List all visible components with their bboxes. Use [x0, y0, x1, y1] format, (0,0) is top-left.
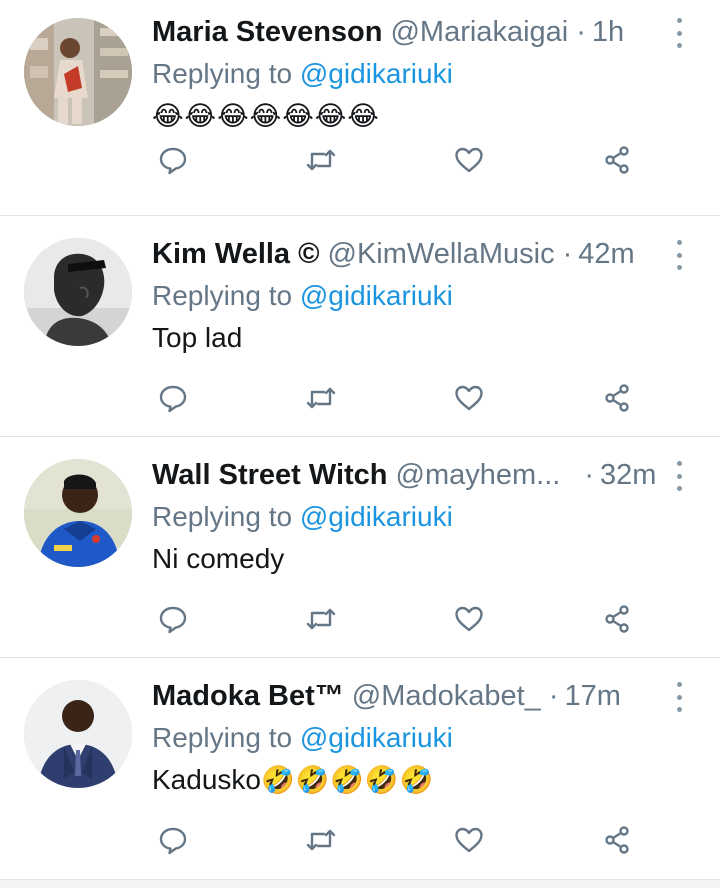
reply-feed: Maria Stevenson @Mariakaigai · 1h Replyi… [0, 0, 720, 888]
retweet-icon [306, 608, 336, 630]
timestamp[interactable]: 17m [565, 678, 621, 714]
tweet-header: Maria Stevenson @Mariakaigai · 1h [152, 14, 660, 50]
heart-icon [455, 147, 483, 173]
separator-dot: · [576, 16, 586, 48]
user-handle[interactable]: @KimWellaMusic [328, 236, 555, 272]
share-button[interactable] [594, 140, 640, 180]
reply-icon [159, 606, 187, 634]
reply-button[interactable] [150, 378, 196, 418]
replying-to: Replying to @gidikariuki [152, 718, 660, 758]
reply-icon [159, 385, 187, 413]
more-vertical-icon[interactable] [672, 682, 686, 712]
mention-link[interactable]: @gidikariuki [300, 58, 453, 89]
replying-to-label: Replying to [152, 722, 293, 753]
share-icon [605, 605, 629, 633]
avatar-photo [24, 238, 132, 346]
tweet-actions [150, 378, 640, 418]
tweet-actions [150, 599, 640, 639]
avatar[interactable] [24, 680, 132, 788]
reply-button[interactable] [150, 820, 196, 860]
tweet-text-content: Top lad [152, 322, 243, 353]
share-icon [605, 384, 629, 412]
more-vertical-icon[interactable] [672, 240, 686, 270]
tweet-header: Madoka Bet™ @Madokabet_ · 17m [152, 678, 660, 714]
reply-button[interactable] [150, 140, 196, 180]
reply-tweet[interactable]: Kim Wella © @KimWellaMusic · 42m Replyin… [0, 216, 720, 437]
more-vertical-icon[interactable] [672, 461, 686, 491]
mention-link[interactable]: @gidikariuki [300, 722, 453, 753]
reply-button[interactable] [150, 599, 196, 639]
reply-tweet[interactable]: Wall Street Witch @mayhem... · 32m Reply… [0, 437, 720, 658]
tweet-emojis: 🤣🤣🤣🤣🤣 [260, 765, 435, 795]
timestamp[interactable]: 42m [578, 236, 634, 272]
retweet-button[interactable] [298, 820, 344, 860]
tweet-actions [150, 140, 640, 180]
tweet-text-content: Ni comedy [152, 543, 285, 574]
reply-tweet[interactable]: Madoka Bet™ @Madokabet_ · 17m Replying t… [0, 658, 720, 888]
share-button[interactable] [594, 378, 640, 418]
display-name[interactable]: Kim Wella © [152, 236, 320, 272]
tweet-emojis: 😂😂😂😂😂😂😂 [152, 101, 380, 131]
avatar-photo [24, 18, 132, 126]
display-name[interactable]: Wall Street Witch [152, 457, 388, 493]
display-name[interactable]: Madoka Bet™ [152, 678, 344, 714]
avatar-photo [24, 459, 132, 567]
display-name[interactable]: Maria Stevenson [152, 14, 382, 50]
replying-to: Replying to @gidikariuki [152, 54, 660, 94]
user-handle[interactable]: @Madokabet_ [352, 678, 541, 714]
mention-link[interactable]: @gidikariuki [300, 280, 453, 311]
tweet-content: Wall Street Witch @mayhem... · 32m Reply… [152, 457, 660, 579]
replying-to-label: Replying to [152, 280, 293, 311]
tweet-text-content: Kadusko [152, 764, 261, 795]
heart-icon [455, 385, 483, 411]
retweet-icon [306, 829, 336, 851]
retweet-icon [306, 149, 336, 171]
retweet-button[interactable] [298, 599, 344, 639]
tweet-content: Madoka Bet™ @Madokabet_ · 17m Replying t… [152, 678, 660, 800]
share-button[interactable] [594, 599, 640, 639]
tweet-text: Top lad [152, 318, 660, 358]
retweet-button[interactable] [298, 140, 344, 180]
tweet-text: Ni comedy [152, 539, 660, 579]
user-handle[interactable]: @mayhem... [396, 457, 561, 493]
avatar-photo [24, 680, 132, 788]
avatar[interactable] [24, 459, 132, 567]
heart-icon [455, 827, 483, 853]
tweet-text: Kadusko🤣🤣🤣🤣🤣 [152, 760, 660, 800]
heart-icon [455, 606, 483, 632]
replying-to: Replying to @gidikariuki [152, 276, 660, 316]
mention-link[interactable]: @gidikariuki [300, 501, 453, 532]
user-handle[interactable]: @Mariakaigai [390, 14, 568, 50]
tweet-header: Wall Street Witch @mayhem... · 32m [152, 457, 660, 493]
replying-to-label: Replying to [152, 501, 293, 532]
tweet-content: Kim Wella © @KimWellaMusic · 42m Replyin… [152, 236, 660, 358]
retweet-icon [306, 387, 336, 409]
more-vertical-icon[interactable] [672, 18, 686, 48]
share-button[interactable] [594, 820, 640, 860]
timestamp[interactable]: 32m [600, 457, 656, 493]
tweet-text: 😂😂😂😂😂😂😂 [152, 96, 660, 136]
replying-to-label: Replying to [152, 58, 293, 89]
share-icon [605, 146, 629, 174]
avatar[interactable] [24, 18, 132, 126]
replying-to: Replying to @gidikariuki [152, 497, 660, 537]
tweet-header: Kim Wella © @KimWellaMusic · 42m [152, 236, 660, 272]
timestamp[interactable]: 1h [592, 14, 624, 50]
feed-bottom-divider [0, 879, 720, 888]
separator-dot: · [548, 680, 559, 712]
tweet-actions [150, 820, 640, 860]
reply-tweet[interactable]: Maria Stevenson @Mariakaigai · 1h Replyi… [0, 0, 720, 216]
like-button[interactable] [446, 140, 492, 180]
reply-icon [159, 147, 187, 175]
reply-icon [159, 827, 187, 855]
like-button[interactable] [446, 599, 492, 639]
retweet-button[interactable] [298, 378, 344, 418]
tweet-content: Maria Stevenson @Mariakaigai · 1h Replyi… [152, 14, 660, 136]
avatar[interactable] [24, 238, 132, 346]
like-button[interactable] [446, 378, 492, 418]
share-icon [605, 826, 629, 854]
separator-dot: · [562, 238, 573, 270]
like-button[interactable] [446, 820, 492, 860]
separator-dot: · [584, 459, 595, 491]
